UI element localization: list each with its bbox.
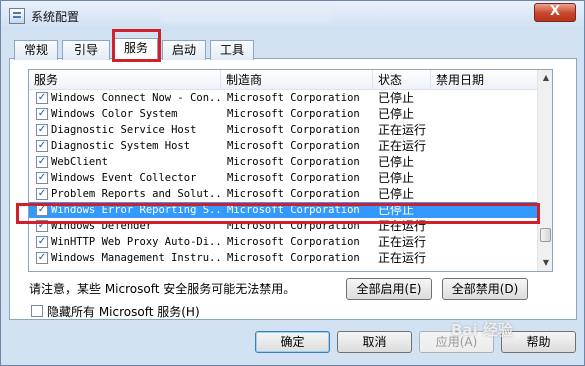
service-name: Diagnostic System Host [51,140,191,152]
table-row[interactable]: ✓ Problem Reports and Solut... Microsoft C… [29,186,537,202]
service-status: 已停止 [378,187,415,201]
service-manufacturer: Microsoft Corporation [227,124,360,136]
table-row[interactable]: ✓ WinHTTP Web Proxy Auto-Di... Microsoft C… [29,234,537,250]
services-tab-highlight [112,29,161,62]
security-notice: 请注意，某些 Microsoft 安全服务可能无法禁用。 [29,282,296,296]
tab-tools[interactable]: 工具 [210,40,254,60]
disable-all-button[interactable]: 全部禁用(D) [442,278,528,300]
service-name: WinHTTP Web Proxy Auto-Di... [51,236,221,248]
service-status: 已停止 [378,171,415,185]
header-disable-date[interactable]: 禁用日期 [431,70,537,90]
table-row[interactable]: ✓ WebClient Microsoft Corporation 已停止 [29,154,537,170]
services-list[interactable]: 服务 制造商 状态 禁用日期 ✓ Windows Connect Now - Co… [28,69,553,272]
service-status: 正在运行 [378,139,427,153]
service-status: 已停止 [378,91,415,105]
service-manufacturer: Microsoft Corporation [227,236,360,248]
service-manufacturer: Microsoft Corporation [227,140,360,152]
service-status: 正在运行 [378,123,427,137]
service-checkbox[interactable]: ✓ [36,124,48,136]
service-checkbox[interactable]: ✓ [36,252,48,264]
window-title: 系统配置 [31,10,80,24]
table-row[interactable]: ✓ Diagnostic Service Host Microsoft Corpor… [29,122,537,138]
table-row[interactable]: ✓ Windows Event Collector Microsoft Corpor… [29,170,537,186]
table-row[interactable]: ✓ Windows Color System Microsoft Corporati… [29,106,537,122]
title-bar[interactable]: 系统配置 X [1,1,584,31]
close-button[interactable]: X [534,3,576,22]
service-manufacturer: Microsoft Corporation [227,92,360,104]
tab-general[interactable]: 常规 [14,40,58,60]
service-name: Problem Reports and Solut... [51,188,221,200]
cancel-button[interactable]: 取消 [337,331,412,353]
vertical-scrollbar[interactable]: ▲ ▼ [537,70,552,271]
service-manufacturer: Microsoft Corporation [227,252,360,264]
header-status[interactable]: 状态 [373,70,431,90]
service-status: 正在运行 [378,251,427,265]
service-checkbox[interactable]: ✓ [36,172,48,184]
watermark-logo: Bai 经验 [451,321,513,339]
header-service[interactable]: 服务 [29,70,221,90]
service-name: Windows Management Instru... [51,252,221,264]
enable-all-button[interactable]: 全部启用(E) [346,278,432,300]
scroll-down-icon[interactable]: ▼ [538,255,552,271]
blurred-background-text [161,8,331,22]
scroll-thumb[interactable] [540,228,551,242]
service-status: 已停止 [378,107,415,121]
service-status: 已停止 [378,155,415,169]
ok-button[interactable]: 确定 [255,331,330,353]
service-manufacturer: Microsoft Corporation [227,156,360,168]
service-checkbox[interactable]: ✓ [36,156,48,168]
service-checkbox[interactable]: ✓ [36,92,48,104]
system-config-icon [9,8,25,24]
header-manufacturer[interactable]: 制造商 [221,70,373,90]
hide-ms-services-label: 隐藏所有 Microsoft 服务(H) [47,305,200,319]
service-name: Windows Color System [51,108,178,120]
table-row[interactable]: ✓ Diagnostic System Host Microsoft Corpora… [29,138,537,154]
scroll-up-icon[interactable]: ▲ [538,70,552,86]
table-row[interactable]: ✓ Windows Connect Now - Con... Microsoft C… [29,90,537,106]
service-status: 正在运行 [378,235,427,249]
tab-boot[interactable]: 引导 [62,40,110,60]
service-name: Windows Connect Now - Con... [51,92,221,104]
service-name: Diagnostic Service Host [51,124,197,136]
service-name: Windows Event Collector [51,172,197,184]
hide-ms-services-checkbox[interactable] [31,305,43,317]
service-manufacturer: Microsoft Corporation [227,172,360,184]
system-config-window: 系统配置 X 常规 引导 服务 启动 工具 服务 制造商 状态 禁用日期 ✓ Wi… [0,0,585,366]
service-checkbox[interactable]: ✓ [36,140,48,152]
table-row[interactable]: ✓ Windows Management Instru... Microsoft C… [29,250,537,266]
service-checkbox[interactable]: ✓ [36,108,48,120]
list-rows: ✓ Windows Connect Now - Con... Microsoft C… [29,90,537,266]
service-checkbox[interactable]: ✓ [36,236,48,248]
list-header: 服务 制造商 状态 禁用日期 [29,70,537,90]
tab-startup[interactable]: 启动 [162,40,206,60]
error-reporting-row-highlight [16,203,540,224]
service-name: WebClient [51,156,108,168]
service-manufacturer: Microsoft Corporation [227,188,360,200]
service-manufacturer: Microsoft Corporation [227,108,360,120]
service-checkbox[interactable]: ✓ [36,188,48,200]
